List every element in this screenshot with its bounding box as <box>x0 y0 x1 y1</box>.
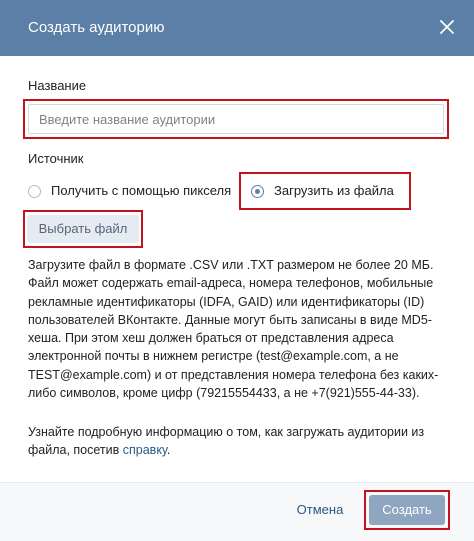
create-button[interactable]: Создать <box>369 495 445 525</box>
description-line: Файл может содержать email-адреса, номер… <box>28 276 434 291</box>
description-line: пользователей ВКонтакте. Данные могут бы… <box>28 312 432 327</box>
create-audience-dialog: Создать аудиторию Название Источник Полу… <box>0 0 474 541</box>
description-line: электронной почты в нижнем регистре (tes… <box>28 349 399 364</box>
source-label: Источник <box>28 151 84 166</box>
dialog-title: Создать аудиторию <box>28 19 165 36</box>
radio-file-label: Загрузить из файла <box>274 183 394 198</box>
info-line: Узнайте подробную информацию о том, как … <box>28 425 425 439</box>
info-line-2: файла, посетив справку. <box>28 441 454 459</box>
help-link[interactable]: справку <box>123 443 167 457</box>
choose-file-button[interactable]: Выбрать файл <box>27 215 139 243</box>
description-line: TEST@example.com) и от представления ном… <box>28 367 439 382</box>
audience-name-input[interactable] <box>28 104 444 134</box>
description-line: Загрузите файл в формате .CSV или .TXT р… <box>28 258 434 272</box>
close-icon <box>440 20 454 34</box>
close-button[interactable] <box>434 14 460 40</box>
description-line: рекламные идентификаторы (IDFA, GAID) ил… <box>28 294 425 309</box>
description-line: хеша. При этом хеш должен браться от пре… <box>28 331 394 346</box>
description-line: либо символов, кроме цифр (79215554433, … <box>28 386 420 401</box>
cancel-button[interactable]: Отмена <box>289 499 351 521</box>
info-prefix: файла, посетив <box>28 443 123 458</box>
help-info: Узнайте подробную информацию о том, как … <box>28 423 454 460</box>
upload-description: Загрузите файл в формате .CSV или .TXT р… <box>28 256 454 402</box>
dialog-header: Создать аудиторию <box>0 0 474 56</box>
radio-pixel-source[interactable]: Получить с помощью пикселя <box>28 183 231 199</box>
radio-pixel-label: Получить с помощью пикселя <box>51 183 232 198</box>
info-suffix: . <box>166 443 171 458</box>
radio-file-source[interactable]: Загрузить из файла <box>251 183 394 199</box>
name-field-label: Название <box>28 78 87 93</box>
radio-pixel-circle[interactable] <box>28 184 41 198</box>
radio-file-circle[interactable] <box>251 184 264 198</box>
